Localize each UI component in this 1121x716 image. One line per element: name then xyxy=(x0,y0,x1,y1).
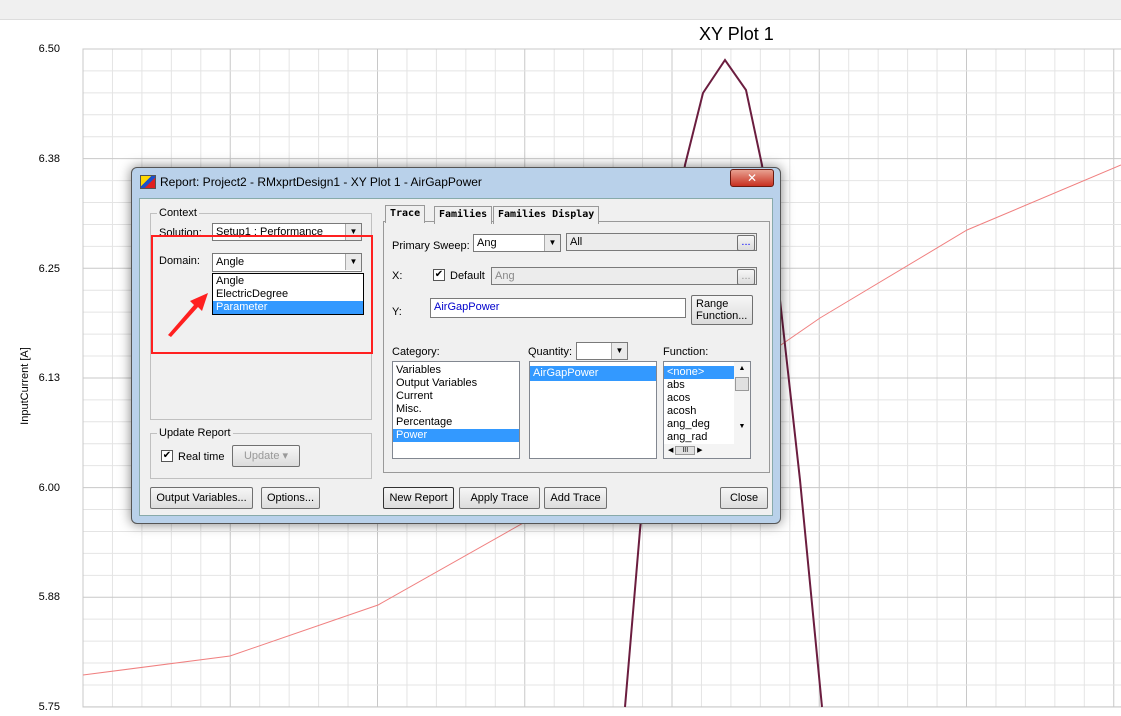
plot-title: XY Plot 1 xyxy=(699,24,774,44)
y-tick: 5.75 xyxy=(38,701,60,713)
context-legend: Context xyxy=(159,207,197,219)
category-item[interactable]: Misc. xyxy=(393,403,519,416)
category-item[interactable]: Percentage xyxy=(393,416,519,429)
update-button[interactable]: Update ▾ xyxy=(232,445,300,467)
category-item[interactable]: Variables xyxy=(393,364,519,377)
function-horizontal-scrollbar[interactable]: ◀ III ▶ xyxy=(664,444,750,458)
range-function-button[interactable]: Range Function... xyxy=(691,295,753,325)
apply-trace-button[interactable]: Apply Trace xyxy=(459,487,540,509)
y-tick: 6.38 xyxy=(38,153,60,165)
quantity-list[interactable]: AirGapPower xyxy=(529,361,657,459)
y-axis-label: InputCurrent [A] xyxy=(19,347,31,425)
category-item[interactable]: Power xyxy=(393,429,519,442)
realtime-checkbox[interactable]: ✔ xyxy=(161,450,173,462)
y-tick: 6.00 xyxy=(38,482,60,494)
function-label: Function: xyxy=(663,346,709,358)
y-tick: 6.13 xyxy=(38,372,60,384)
tab-families-display[interactable]: Families Display xyxy=(493,206,600,224)
x-value: Ang xyxy=(495,270,515,282)
y-tick: 5.88 xyxy=(38,591,60,603)
category-item[interactable]: Output Variables xyxy=(393,377,519,390)
realtime-label: Real time xyxy=(178,451,225,463)
tab-trace[interactable]: Trace xyxy=(385,205,426,223)
function-list[interactable]: <none> abs acos acosh ang_deg ang_rad ▲ ▼… xyxy=(663,361,751,459)
sweep-range-field[interactable]: All xyxy=(566,233,757,251)
primary-sweep-select[interactable]: Ang ▼ xyxy=(473,234,561,252)
new-report-button[interactable]: New Report xyxy=(383,487,454,509)
tab-families[interactable]: Families xyxy=(434,206,493,224)
quantity-label: Quantity: xyxy=(528,346,573,358)
x-label: X: xyxy=(392,270,403,282)
range-function-label: Function... xyxy=(696,310,748,322)
y-tick: 6.25 xyxy=(38,263,60,275)
category-list[interactable]: Variables Output Variables Current Misc.… xyxy=(392,361,520,459)
dialog-body: Context Solution: Setup1 : Performance ▼ … xyxy=(139,198,773,516)
primary-sweep-label: Primary Sweep: xyxy=(392,240,470,252)
close-button[interactable]: Close xyxy=(720,487,768,509)
update-report-legend: Update Report xyxy=(159,427,231,439)
update-button-label: Update xyxy=(243,450,280,462)
output-variables-button[interactable]: Output Variables... xyxy=(150,487,253,509)
quantity-filter-select[interactable]: ▼ xyxy=(576,342,628,360)
add-trace-button[interactable]: Add Trace xyxy=(544,487,607,509)
category-item[interactable]: Current xyxy=(393,390,519,403)
app-icon xyxy=(140,175,156,189)
y-value: AirGapPower xyxy=(434,301,500,313)
sweep-range-value: All xyxy=(570,236,583,248)
default-checkbox[interactable]: ✔ xyxy=(433,269,445,281)
function-item[interactable]: <none> xyxy=(664,366,734,379)
chevron-down-icon: ▼ xyxy=(544,235,560,251)
default-label: Default xyxy=(450,270,485,282)
y-label: Y: xyxy=(392,306,402,318)
range-function-label: Range xyxy=(696,298,729,310)
report-dialog: Report: Project2 - RMxprtDesign1 - XY Pl… xyxy=(131,167,781,524)
quantity-item[interactable]: AirGapPower xyxy=(530,366,656,381)
x-browse-button: ... xyxy=(737,269,755,285)
category-label: Category: xyxy=(392,346,440,358)
close-window-button[interactable]: ✕ xyxy=(730,169,774,187)
options-button[interactable]: Options... xyxy=(261,487,320,509)
sweep-range-browse-button[interactable]: ... xyxy=(737,235,755,251)
dialog-titlebar[interactable]: Report: Project2 - RMxprtDesign1 - XY Pl… xyxy=(132,168,780,194)
annotation-arrow-icon xyxy=(168,293,208,337)
x-field: Ang xyxy=(491,267,757,285)
y-field[interactable]: AirGapPower xyxy=(430,298,686,318)
function-vertical-scrollbar[interactable]: ▲ ▼ xyxy=(734,362,750,444)
chevron-down-icon: ▼ xyxy=(611,343,627,359)
dialog-title: Report: Project2 - RMxprtDesign1 - XY Pl… xyxy=(160,175,482,189)
primary-sweep-value: Ang xyxy=(477,237,497,249)
y-tick: 6.50 xyxy=(38,43,60,55)
